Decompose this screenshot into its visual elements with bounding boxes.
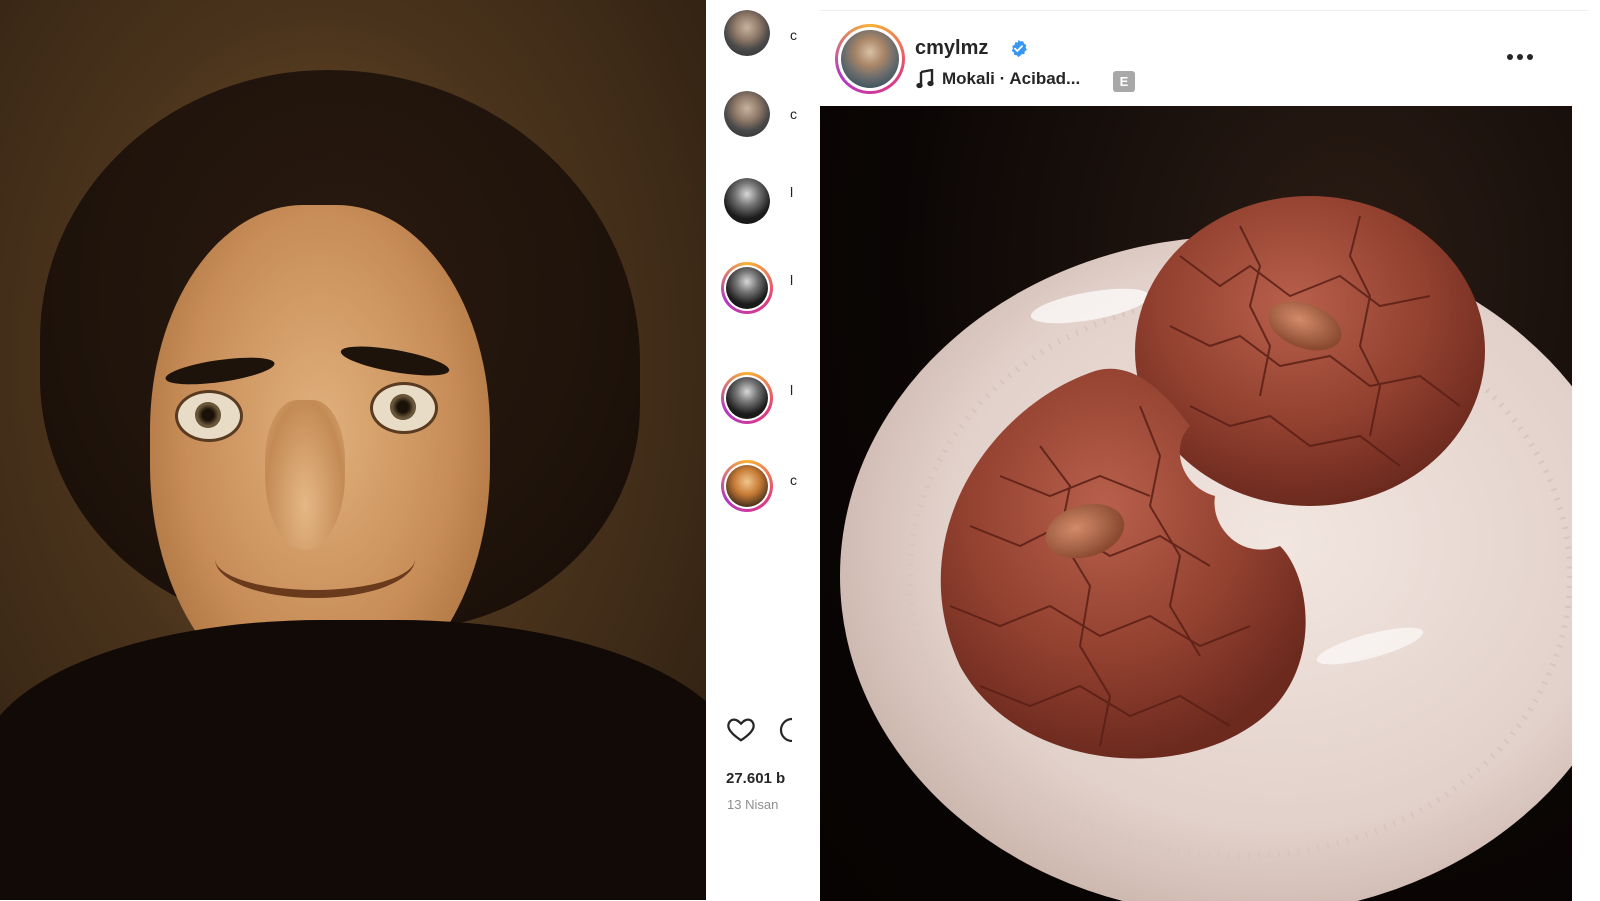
likes-count: 27.601 b bbox=[726, 770, 786, 787]
instagram-post: cmylmz Mokali · Acibad... E bbox=[820, 10, 1588, 901]
commenter-avatar-story[interactable] bbox=[721, 262, 773, 314]
cookies-on-plate-image bbox=[840, 196, 1572, 901]
comment-icon[interactable] bbox=[778, 716, 802, 742]
truncated-text: l bbox=[790, 184, 794, 200]
heart-icon[interactable] bbox=[725, 714, 757, 744]
post-header: cmylmz Mokali · Acibad... E bbox=[820, 11, 1588, 106]
profile-avatar[interactable] bbox=[835, 24, 905, 94]
cookie-back bbox=[1135, 196, 1485, 506]
smile bbox=[215, 520, 415, 598]
music-note-icon bbox=[916, 69, 934, 89]
right-eye bbox=[370, 382, 438, 434]
post-photo bbox=[820, 106, 1572, 901]
truncated-text: l bbox=[790, 272, 794, 288]
black-sweater bbox=[0, 620, 706, 900]
commenter-avatar-story[interactable] bbox=[721, 460, 773, 512]
commenter-avatar[interactable] bbox=[724, 178, 770, 224]
post-date: 13 Nisan bbox=[727, 797, 779, 812]
more-options-icon[interactable] bbox=[1500, 47, 1540, 67]
left-eye bbox=[175, 390, 243, 442]
commenter-avatar-story[interactable] bbox=[721, 372, 773, 424]
truncated-text: c bbox=[790, 106, 797, 122]
verified-badge-icon bbox=[1011, 39, 1027, 58]
commenter-avatar[interactable] bbox=[724, 10, 770, 56]
truncated-text: l bbox=[790, 382, 794, 398]
truncated-text: c bbox=[790, 472, 797, 488]
comments-strip: c c l l l c 27.601 b 13 Nisan bbox=[706, 0, 802, 900]
truncated-text: c bbox=[790, 27, 797, 43]
music-title: Mokali · Acibad... bbox=[942, 69, 1081, 88]
music-info[interactable]: Mokali · Acibad... bbox=[916, 69, 1080, 89]
commenter-avatar[interactable] bbox=[724, 91, 770, 137]
portrait-photo bbox=[0, 0, 706, 900]
explicit-badge: E bbox=[1113, 71, 1135, 92]
username[interactable]: cmylmz bbox=[915, 37, 988, 60]
